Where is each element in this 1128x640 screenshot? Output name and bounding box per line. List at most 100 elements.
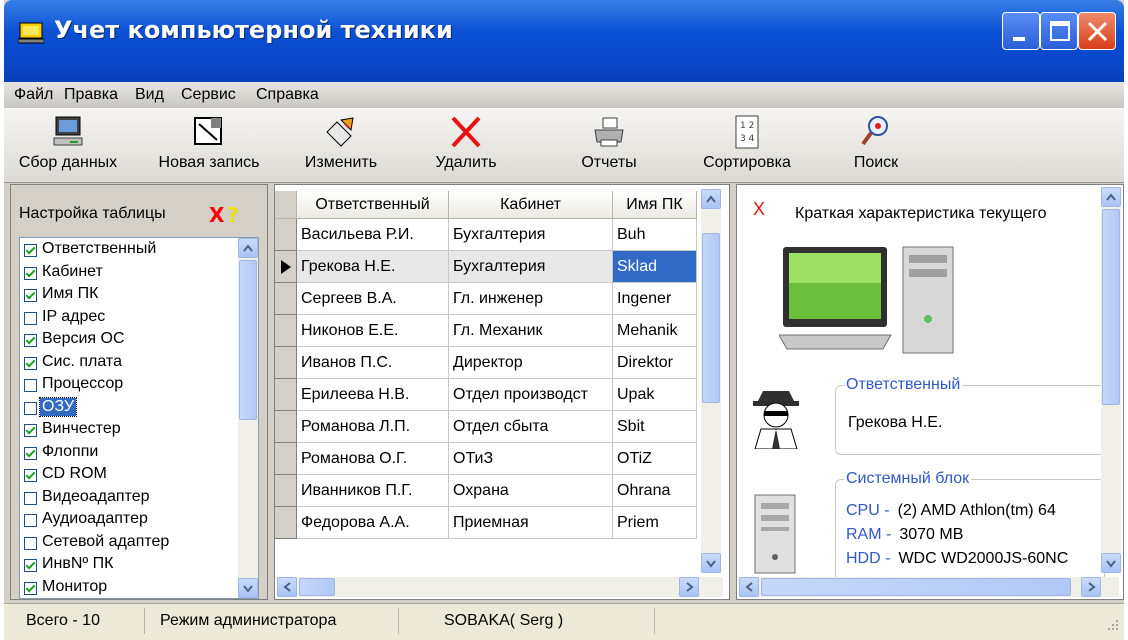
table-cell[interactable]: Романова О.Г. <box>297 443 449 475</box>
resize-grip-icon[interactable] <box>1102 618 1120 636</box>
new-record-button[interactable]: Новая запись <box>144 108 274 182</box>
table-row[interactable]: Васильева Р.И. Бухгалтерия Buh <box>275 219 705 251</box>
column-header-responsible[interactable]: Ответственный <box>297 191 449 219</box>
table-cell[interactable]: Бухгалтерия <box>449 251 613 283</box>
table-cell[interactable]: Sbit <box>613 411 697 443</box>
column-option[interactable]: Винчестер <box>24 420 234 442</box>
table-cell[interactable]: OTiZ <box>613 443 697 475</box>
close-button[interactable] <box>1078 12 1116 50</box>
details-scroll-right-button[interactable] <box>1081 577 1101 597</box>
scroll-up-button[interactable] <box>238 238 258 258</box>
maximize-button[interactable] <box>1040 12 1078 50</box>
table-cell[interactable]: Бухгалтерия <box>449 219 613 251</box>
table-cell[interactable]: Приемная <box>449 507 613 539</box>
table-cell[interactable]: ОТиЗ <box>449 443 613 475</box>
details-scroll-down-button[interactable] <box>1101 553 1121 573</box>
checkbox[interactable] <box>24 356 37 370</box>
table-cell[interactable]: Романова Л.П. <box>297 411 449 443</box>
table-row[interactable]: Грекова Н.Е. Бухгалтерия Sklad <box>275 251 705 283</box>
table-row[interactable]: Федорова А.А. Приемная Priem <box>275 507 705 539</box>
table-cell[interactable]: Direktor <box>613 347 697 379</box>
details-vscrollbar[interactable] <box>1101 187 1121 573</box>
column-option[interactable]: Видеоадаптер <box>24 488 234 510</box>
column-option[interactable]: IP адрес <box>24 308 234 330</box>
checkbox[interactable] <box>24 469 37 482</box>
table-cell[interactable]: Отдел сбыта <box>449 411 613 443</box>
checkbox[interactable] <box>24 401 37 415</box>
checkbox[interactable] <box>24 581 37 595</box>
column-option[interactable]: Кабинет <box>24 263 234 285</box>
table-cell[interactable]: Иванников П.Г. <box>297 475 449 507</box>
grid-scroll-left-button[interactable] <box>277 577 297 597</box>
column-option[interactable]: Сис. плата <box>24 353 234 375</box>
table-cell[interactable]: Федорова А.А. <box>297 507 449 539</box>
table-cell[interactable]: Никонов Е.Е. <box>297 315 449 347</box>
checkbox[interactable] <box>24 289 37 302</box>
table-row[interactable]: Никонов Е.Е. Гл. Механик Mehanik <box>275 315 705 347</box>
details-scroll-thumb[interactable] <box>1102 209 1120 405</box>
table-row[interactable]: Иванников П.Г. Охрана Ohrana <box>275 475 705 507</box>
table-cell[interactable]: Priem <box>613 507 697 539</box>
column-option[interactable]: Флоппи <box>24 443 234 465</box>
menu-edit[interactable]: Правка <box>64 86 118 104</box>
table-cell[interactable]: Иванов П.С. <box>297 347 449 379</box>
table-cell[interactable]: Ingener <box>613 283 697 315</box>
table-row[interactable]: Иванов П.С. Директор Direktor <box>275 347 705 379</box>
checklist-vscrollbar[interactable] <box>238 238 258 598</box>
checkbox[interactable] <box>24 424 37 437</box>
table-cell[interactable]: Сергеев В.А. <box>297 283 449 315</box>
edit-button[interactable]: Изменить <box>286 108 396 182</box>
table-cell[interactable]: Mehanik <box>613 315 697 347</box>
table-row[interactable]: Романова Л.П. Отдел сбыта Sbit <box>275 411 705 443</box>
table-row[interactable]: Сергеев В.А. Гл. инженер Ingener <box>275 283 705 315</box>
table-row[interactable]: Ерилеева Н.В. Отдел производст Upak <box>275 379 705 411</box>
row-indicator[interactable] <box>275 411 297 443</box>
menu-file[interactable]: Файл <box>14 86 53 104</box>
grid-hscrollbar[interactable] <box>277 577 723 597</box>
details-scroll-left-button[interactable] <box>739 577 759 597</box>
menu-service[interactable]: Сервис <box>181 86 236 104</box>
table-cell[interactable]: Ohrana <box>613 475 697 507</box>
details-hscrollbar[interactable] <box>739 577 1119 597</box>
checkbox[interactable] <box>24 244 37 257</box>
column-option[interactable]: Сетевой адаптер <box>24 533 234 555</box>
minimize-button[interactable] <box>1002 12 1040 50</box>
row-indicator[interactable] <box>275 251 297 283</box>
checkbox[interactable] <box>24 559 37 572</box>
table-cell[interactable]: Гл. Механик <box>449 315 613 347</box>
checkbox[interactable] <box>24 491 37 505</box>
search-button[interactable]: Поиск <box>836 108 916 182</box>
close-settings-icon[interactable]: X <box>209 203 224 227</box>
row-indicator[interactable] <box>275 315 297 347</box>
grid-scroll-down-button[interactable] <box>701 553 721 573</box>
collect-data-button[interactable]: Сбор данных <box>8 108 128 182</box>
scroll-down-button[interactable] <box>238 578 258 598</box>
table-row[interactable]: Романова О.Г. ОТиЗ OTiZ <box>275 443 705 475</box>
table-cell[interactable]: Грекова Н.Е. <box>297 251 449 283</box>
scroll-thumb[interactable] <box>239 260 257 420</box>
column-option[interactable]: Имя ПК <box>24 285 234 307</box>
sort-button[interactable]: 1 2 3 4 Сортировка <box>692 108 802 182</box>
title-bar[interactable]: Учет компьютерной техники <box>4 0 1124 82</box>
reports-button[interactable]: Отчеты <box>564 108 654 182</box>
table-cell[interactable]: Отдел производст <box>449 379 613 411</box>
grid-hscroll-thumb[interactable] <box>299 578 335 596</box>
column-option[interactable]: CD ROM <box>24 465 234 487</box>
checkbox[interactable] <box>24 536 37 550</box>
column-option[interactable]: ИнвNº ПК <box>24 555 234 577</box>
details-scroll-up-button[interactable] <box>1101 187 1121 207</box>
table-cell[interactable]: Васильева Р.И. <box>297 219 449 251</box>
column-header-cabinet[interactable]: Кабинет <box>449 191 613 219</box>
column-header-pc-name[interactable]: Имя ПК <box>613 191 697 219</box>
column-option[interactable]: Ответственный <box>24 240 234 262</box>
checkbox[interactable] <box>24 311 37 325</box>
grid-scroll-up-button[interactable] <box>701 189 721 209</box>
close-details-icon[interactable]: X <box>753 199 765 220</box>
details-hscroll-thumb[interactable] <box>761 578 1071 596</box>
row-indicator[interactable] <box>275 283 297 315</box>
table-cell[interactable]: Директор <box>449 347 613 379</box>
table-cell[interactable]: Sklad <box>613 251 697 283</box>
menu-view[interactable]: Вид <box>135 86 164 104</box>
column-option[interactable]: Монитор <box>24 578 234 599</box>
grid-scroll-right-button[interactable] <box>679 577 699 597</box>
